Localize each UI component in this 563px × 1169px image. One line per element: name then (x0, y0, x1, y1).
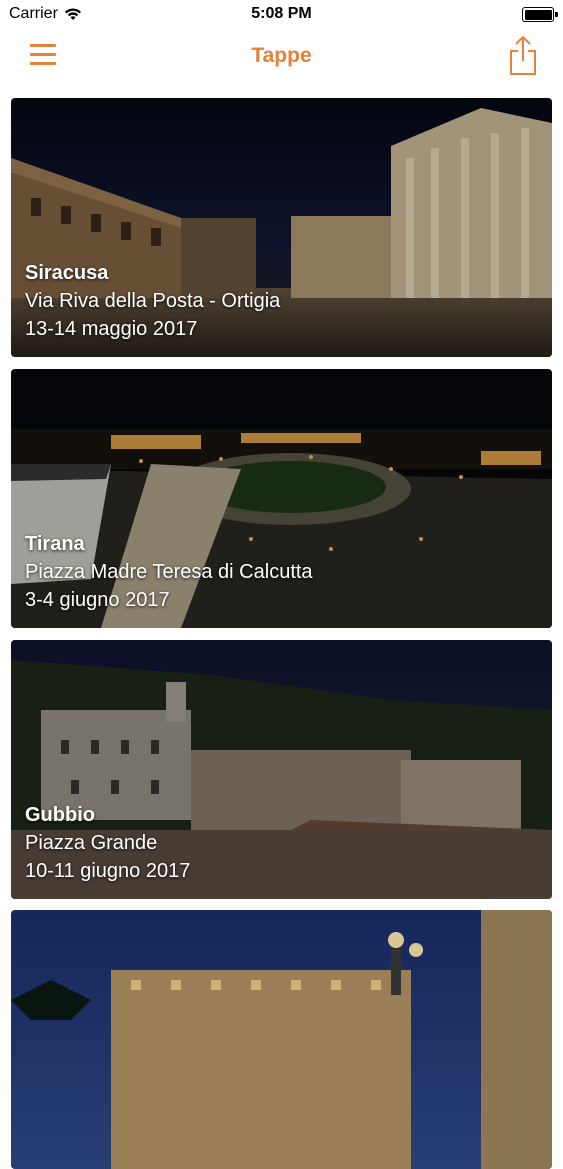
stage-place: Via Riva della Posta - Ortigia (25, 290, 281, 312)
stage-text: Gubbio Piazza Grande 10-11 giugno 2017 (25, 801, 190, 885)
stage-city: Gubbio (25, 804, 95, 826)
status-bar: Carrier 5:08 PM (0, 0, 563, 30)
stage-date: 13-14 maggio 2017 (25, 318, 198, 340)
stage-text: Siracusa Via Riva della Posta - Ortigia … (25, 259, 280, 343)
stage-card-siracusa[interactable]: Siracusa Via Riva della Posta - Ortigia … (11, 98, 552, 357)
battery-icon (522, 7, 558, 22)
stage-photo (11, 910, 552, 1169)
stage-card-4[interactable] (11, 910, 552, 1169)
share-button[interactable] (507, 34, 539, 76)
stage-date: 3-4 giugno 2017 (25, 589, 170, 611)
navigation-bar: Tappe (0, 30, 563, 88)
stage-date: 10-11 giugno 2017 (25, 860, 191, 882)
stage-card-gubbio[interactable]: Gubbio Piazza Grande 10-11 giugno 2017 (11, 640, 552, 899)
stage-text: Tirana Piazza Madre Teresa di Calcutta 3… (25, 530, 313, 614)
page-title: Tappe (251, 44, 312, 67)
stage-card-tirana[interactable]: Tirana Piazza Madre Teresa di Calcutta 3… (11, 369, 552, 628)
stage-place: Piazza Madre Teresa di Calcutta (25, 561, 313, 583)
status-time: 5:08 PM (251, 5, 312, 22)
stage-city: Siracusa (25, 262, 109, 284)
share-icon (510, 35, 536, 75)
stage-place: Piazza Grande (25, 832, 158, 854)
stage-city: Tirana (25, 533, 85, 555)
